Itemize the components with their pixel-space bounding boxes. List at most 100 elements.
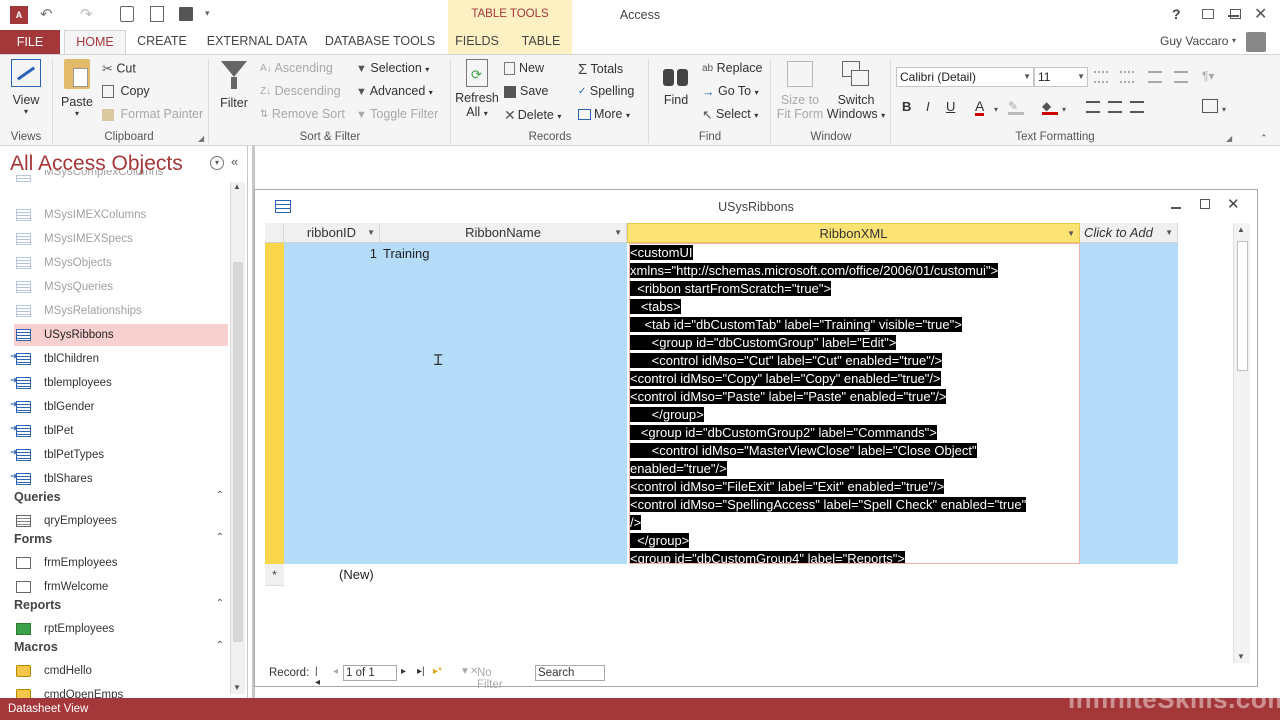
fill-color-icon[interactable]: ◆ [1042, 99, 1058, 115]
column-header-ribbonname[interactable]: RibbonName ▼ [380, 223, 627, 243]
ascending-button[interactable]: A↓ Ascending [260, 61, 333, 75]
scroll-thumb[interactable] [1237, 241, 1248, 371]
record-selector[interactable] [265, 243, 284, 564]
new-record-selector[interactable]: * [265, 564, 284, 586]
collapse-group-icon[interactable]: ⌃ [216, 640, 224, 651]
collapse-group-icon[interactable]: ⌃ [216, 532, 224, 543]
nav-group-header-reports[interactable]: Reports ⌃ [14, 598, 228, 612]
last-record-icon[interactable]: ▸| [417, 666, 425, 677]
shutter-bar-close-icon[interactable]: « [231, 154, 238, 169]
nav-object-item[interactable]: rptEmployees [14, 618, 228, 640]
advanced-button[interactable]: ▼ Advanced ▾ [356, 84, 433, 98]
nav-pane-scrollbar[interactable]: ▲ ▼ [230, 182, 245, 694]
gridlines-dropdown-icon[interactable]: ▾ [1222, 105, 1226, 114]
bullets-icon[interactable] [1094, 71, 1108, 83]
column-dropdown-icon[interactable]: ▼ [1067, 224, 1075, 244]
cell-ribbonid[interactable] [284, 243, 380, 564]
previous-record-icon[interactable]: ◂ [333, 666, 338, 677]
new-record-button[interactable]: New [504, 61, 544, 76]
nav-table-item[interactable]: USysRibbons [14, 324, 228, 346]
delete-record-button[interactable]: ✕ Delete ▾ [504, 107, 561, 124]
datasheet-vertical-scrollbar[interactable]: ▲ ▼ [1233, 223, 1250, 663]
undo-icon[interactable]: ↶ [40, 5, 53, 23]
nav-table-item[interactable]: MSysIMEXSpecs [14, 228, 228, 250]
scroll-thumb[interactable] [233, 262, 243, 642]
collapse-group-icon[interactable]: ⌃ [216, 490, 224, 501]
switch-windows-button[interactable]: Switch Windows ▾ [826, 59, 886, 121]
tab-file[interactable]: FILE [0, 30, 60, 54]
more-button[interactable]: More ▾ [578, 107, 630, 121]
collapse-ribbon-icon[interactable]: ⌃ [1260, 133, 1268, 144]
filter-button[interactable]: Filter [214, 59, 254, 110]
tab-home[interactable]: HOME [64, 30, 126, 54]
spelling-button[interactable]: ✓ Spelling [578, 84, 634, 98]
totals-button[interactable]: Σ Totals [578, 61, 623, 78]
user-avatar-icon[interactable] [1246, 32, 1266, 52]
column-dropdown-icon[interactable]: ▼ [367, 223, 375, 243]
current-record-field[interactable]: 1 of 1 [343, 665, 397, 681]
nav-table-item[interactable]: MSysRelationships [14, 300, 228, 322]
text-formatting-launcher-icon[interactable]: ◢ [1226, 134, 1232, 143]
italic-button[interactable]: I [926, 99, 930, 114]
window-restore-icon[interactable] [1200, 199, 1210, 209]
customize-qat-icon[interactable]: ▾ [205, 8, 210, 19]
fill-color-dropdown-icon[interactable]: ▾ [1062, 105, 1066, 114]
replace-button[interactable]: ab Replace [702, 61, 762, 75]
new-blank-record-icon[interactable]: ▸* [433, 666, 442, 677]
search-box[interactable]: Search [535, 665, 605, 681]
maximize-icon[interactable] [1230, 9, 1241, 19]
next-record-icon[interactable]: ▸ [401, 666, 406, 677]
numbering-icon[interactable] [1120, 71, 1134, 83]
cell-ribbonname[interactable] [380, 243, 627, 564]
print-preview-icon[interactable] [120, 6, 134, 22]
scroll-down-icon[interactable]: ▼ [233, 683, 241, 692]
scroll-up-icon[interactable]: ▲ [233, 182, 241, 191]
format-painter-button[interactable]: Format Painter [102, 107, 203, 121]
tab-create[interactable]: CREATE [134, 30, 190, 54]
align-right-icon[interactable] [1130, 101, 1144, 113]
nav-table-item[interactable]: ➜ tblShares [10, 468, 228, 490]
gridlines-icon[interactable] [1202, 99, 1218, 113]
tab-external-data[interactable]: EXTERNAL DATA [204, 30, 310, 54]
nav-table-item[interactable]: MSysComplexColumns [14, 170, 228, 182]
tab-database-tools[interactable]: DATABASE TOOLS [324, 30, 436, 54]
bold-button[interactable]: B [902, 99, 911, 114]
tab-table[interactable]: TABLE [514, 30, 568, 54]
column-header-ribbonxml[interactable]: RibbonXML ▼ [627, 223, 1080, 243]
nav-table-item[interactable]: ➜ tblemployees [10, 372, 228, 394]
align-left-icon[interactable] [1086, 101, 1100, 113]
select-all-corner[interactable] [265, 223, 284, 243]
background-color-icon[interactable]: ✎ [1008, 99, 1024, 115]
column-header-click-to-add[interactable]: Click to Add ▼ [1080, 223, 1178, 243]
help-button[interactable]: ? [1172, 6, 1181, 22]
select-button[interactable]: ↖ Select ▾ [702, 107, 758, 122]
increase-indent-icon[interactable] [1174, 71, 1188, 83]
save-icon[interactable] [179, 7, 193, 21]
tab-fields[interactable]: FIELDS [452, 30, 502, 54]
nav-group-header-forms[interactable]: Forms ⌃ [14, 532, 228, 546]
user-name[interactable]: Guy Vaccaro [1160, 34, 1228, 48]
user-dropdown-icon[interactable]: ▾ [1232, 36, 1236, 45]
toggle-filter-button[interactable]: ▼ Toggle Filter [356, 107, 438, 121]
cell-click-to-add[interactable] [1080, 243, 1178, 564]
refresh-all-button[interactable]: ⟳ Refresh All ▾ [455, 59, 499, 119]
column-header-ribbonid[interactable]: ribbonID ▼ [284, 223, 380, 243]
no-filter-label[interactable]: No Filter [477, 667, 503, 691]
nav-table-item[interactable]: ➜ tblChildren [10, 348, 228, 370]
descending-button[interactable]: Z↓ Descending [260, 84, 341, 98]
paragraph-direction-icon[interactable]: ¶▾ [1202, 69, 1214, 83]
nav-menu-dropdown-icon[interactable]: ▾ [210, 156, 224, 170]
font-name-combo[interactable]: Calibri (Detail) ▼ [896, 67, 1034, 87]
window-minimize-icon[interactable] [1171, 207, 1181, 209]
first-record-icon[interactable]: |◂ [315, 666, 320, 688]
redo-icon[interactable]: ↷ [80, 5, 93, 23]
quick-print-icon[interactable] [150, 6, 164, 22]
remove-sort-button[interactable]: ⇅ Remove Sort [260, 107, 345, 121]
align-center-icon[interactable] [1108, 101, 1122, 113]
cut-button[interactable]: ✂ Cut [102, 61, 136, 77]
nav-table-item[interactable]: ➜ tblPet [10, 420, 228, 442]
clipboard-launcher-icon[interactable]: ◢ [198, 134, 204, 143]
goto-button[interactable]: → Go To ▾ [702, 84, 759, 99]
minimize-button[interactable] [1204, 14, 1214, 16]
nav-object-item[interactable]: cmdHello [14, 660, 228, 682]
